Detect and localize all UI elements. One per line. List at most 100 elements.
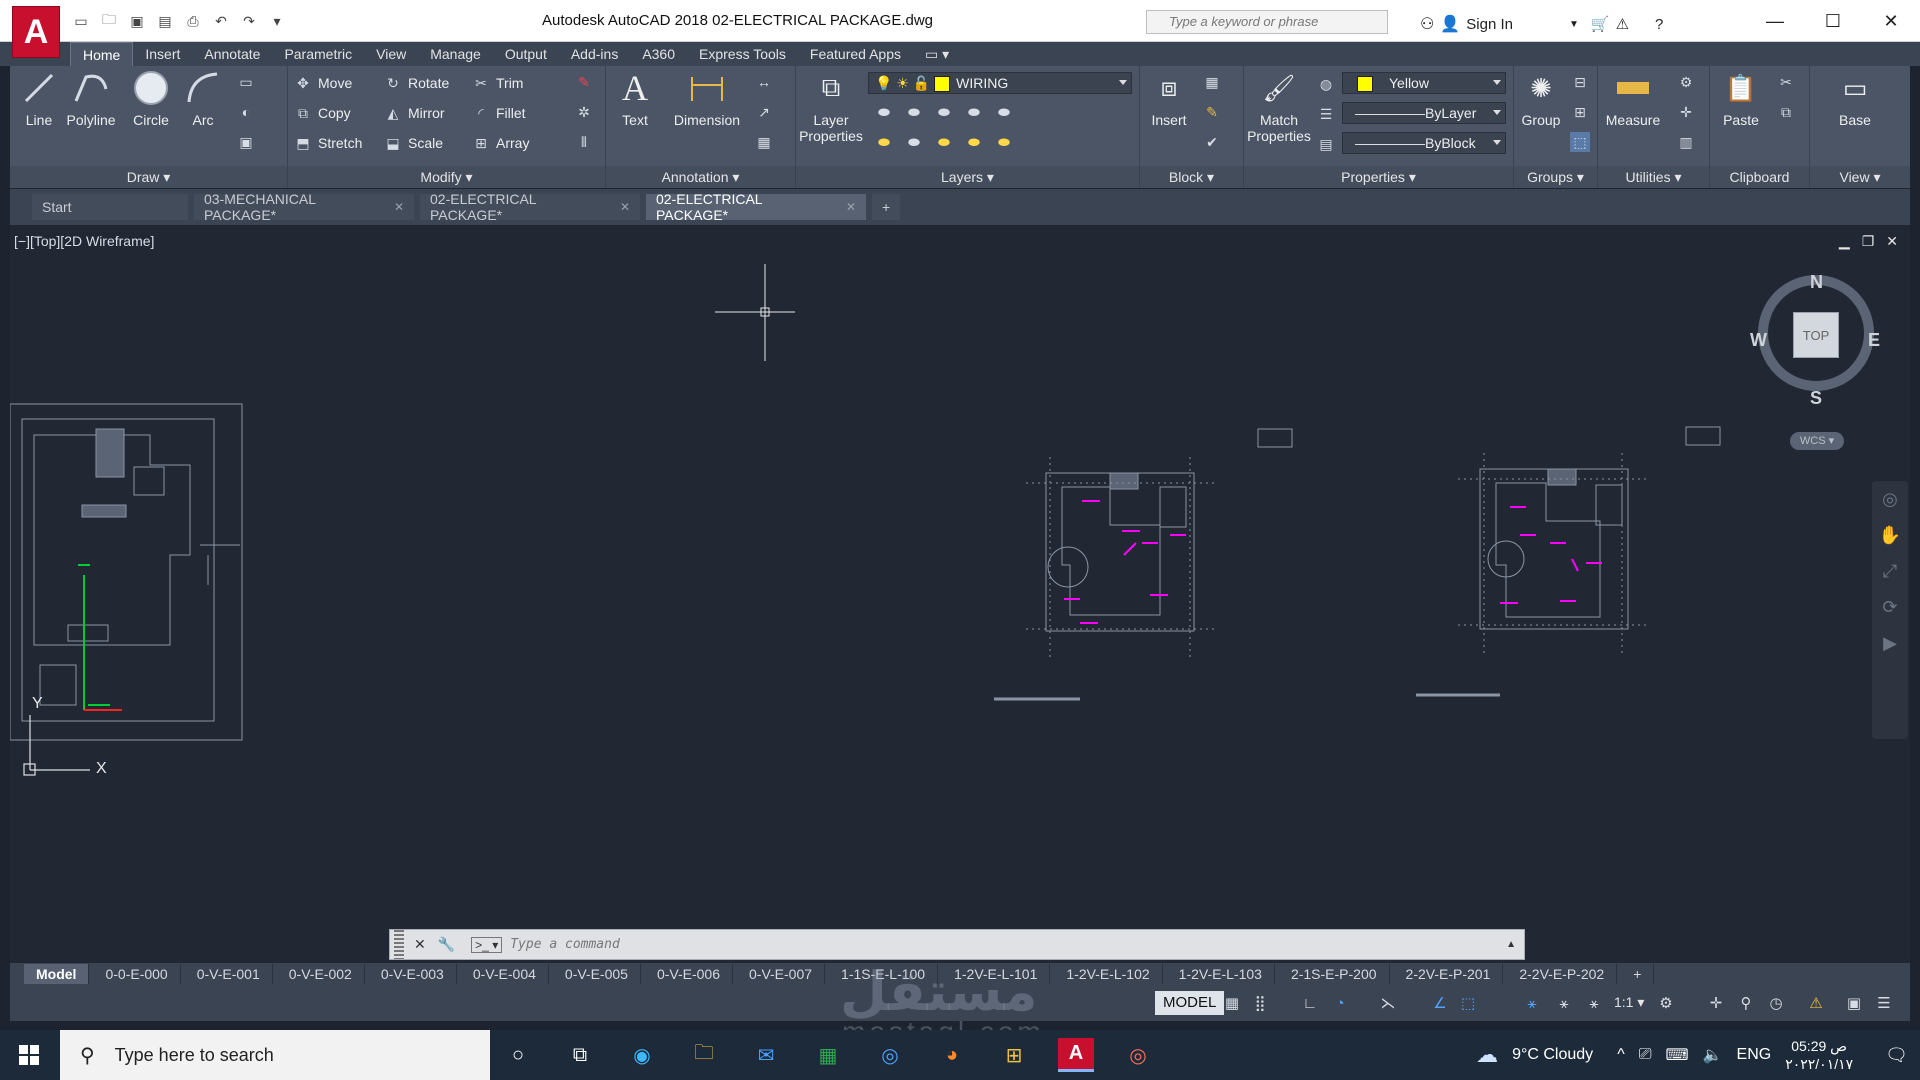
layer-tool-icon[interactable]: ⬬ [964, 132, 984, 152]
customize-qat-icon[interactable]: ▾ [266, 10, 288, 32]
layout-tab[interactable]: 2-2V-E-P-202 [1507, 964, 1618, 984]
layer-tool-icon[interactable]: ⬬ [994, 132, 1014, 152]
command-prompt-icon[interactable]: >_ ▾ [471, 936, 503, 953]
help-icon[interactable]: ? [1655, 16, 1663, 33]
modify-panel-title[interactable]: Modify ▾ [288, 166, 605, 188]
command-history-arrow-icon[interactable]: ▲ [1506, 939, 1516, 950]
language-indicator[interactable]: ENG [1737, 1046, 1772, 1064]
close-tab-icon[interactable]: ✕ [846, 200, 856, 214]
cart-icon[interactable]: 🛒 [1591, 15, 1610, 33]
customize-wrench-icon[interactable]: 🔧 [438, 936, 455, 953]
text-tool[interactable]: A Text [608, 68, 662, 128]
table-icon[interactable]: ▦ [754, 132, 774, 152]
new-layout-button[interactable]: + [1621, 964, 1655, 984]
maximize-button[interactable]: ☐ [1804, 0, 1862, 42]
notification-icon[interactable]: 🗨 [1885, 1045, 1908, 1066]
layout-tab[interactable]: 0-V-E-007 [737, 964, 826, 984]
layout-tab[interactable]: 2-1S-E-P-200 [1279, 964, 1390, 984]
annotation-scale-value[interactable]: 1:1 ▾ [1614, 994, 1644, 1011]
cut-icon[interactable]: ✂ [1776, 72, 1796, 92]
erase-icon[interactable]: ✎ [574, 72, 594, 92]
auto-scale-icon[interactable]: ⚹ [1554, 993, 1574, 1013]
arc-tool[interactable]: Arc [176, 68, 230, 128]
close-button[interactable]: ✕ [1862, 0, 1920, 42]
ungroup-icon[interactable]: ⊟ [1570, 72, 1590, 92]
trim-button[interactable]: ✂ Trim [472, 72, 523, 94]
properties-panel-title[interactable]: Properties ▾ [1244, 166, 1513, 188]
mail-icon[interactable]: ✉ [748, 1038, 784, 1072]
ribbon-tab-annotate[interactable]: Annotate [192, 42, 272, 66]
cortana-icon[interactable]: ○ [500, 1038, 536, 1072]
steering-wheel-icon[interactable]: ◎ [1872, 481, 1908, 517]
redo-icon[interactable]: ↷ [238, 10, 260, 32]
rotate-button[interactable]: ↻ Rotate [384, 72, 449, 94]
group-selection-icon[interactable]: ⬚ [1570, 132, 1590, 152]
layer-properties-button[interactable]: ⧉ Layer Properties [798, 68, 864, 144]
save-icon[interactable]: ▣ [126, 10, 148, 32]
file-tab[interactable]: 02-ELECTRICAL PACKAGE* ✕ [646, 191, 866, 223]
layer-tool-icon[interactable]: ⬬ [934, 132, 954, 152]
block-attributes-icon[interactable]: ✔ [1202, 132, 1222, 152]
ribbon-tab-add-ins[interactable]: Add-ins [559, 42, 630, 66]
weather-text[interactable]: 9°C Cloudy [1512, 1046, 1593, 1064]
ribbon-tab-featured-apps[interactable]: Featured Apps [798, 42, 913, 66]
undo-icon[interactable]: ↶ [210, 10, 232, 32]
clean-screen-icon[interactable]: ▣ [1844, 993, 1864, 1013]
save-as-icon[interactable]: ▤ [154, 10, 176, 32]
camera-icon[interactable]: ⎚ [1639, 1046, 1652, 1064]
block-panel-title[interactable]: Block ▾ [1140, 166, 1243, 188]
store-icon[interactable]: ⊞ [996, 1038, 1032, 1072]
layer-tool-icon[interactable]: ⬬ [904, 132, 924, 152]
zoom-extents-icon[interactable]: ⤢ [1872, 553, 1908, 589]
group-edit-icon[interactable]: ⊞ [1570, 102, 1590, 122]
ribbon-tab-output[interactable]: Output [493, 42, 559, 66]
clipboard-panel-title[interactable]: Clipboard [1710, 166, 1809, 188]
grid-icon[interactable]: ▦ [1222, 993, 1242, 1013]
layout-tab-model[interactable]: Model [24, 964, 90, 984]
new-tab-button[interactable]: + [872, 194, 901, 220]
orbit-icon[interactable]: ⟳ [1872, 589, 1908, 625]
showmotion-icon[interactable]: ▶ [1872, 625, 1908, 661]
stretch-button[interactable]: ⬒ Stretch [294, 132, 362, 154]
quick-select-icon[interactable]: ⚙ [1676, 72, 1696, 92]
compass-south[interactable]: S [1810, 388, 1822, 409]
object-snap-icon[interactable]: ⬚ [1458, 993, 1478, 1013]
chevron-up-icon[interactable]: ^ [1617, 1046, 1625, 1064]
polar-tracking-icon[interactable]: ◔ [1330, 993, 1350, 1013]
circle-tool[interactable]: Circle [124, 68, 178, 128]
groups-panel-title[interactable]: Groups ▾ [1514, 166, 1597, 188]
explode-icon[interactable]: ✲ [574, 102, 594, 122]
autocad-taskbar-icon[interactable]: A [1058, 1038, 1094, 1072]
linear-dimension-icon[interactable]: ↔ [754, 72, 774, 92]
linetype-dropdown[interactable]: ByLayer [1342, 102, 1506, 124]
task-view-icon[interactable]: ⧉ [562, 1038, 598, 1072]
file-explorer-icon[interactable]: 🗀 [686, 1038, 722, 1072]
measure-button[interactable]: Measure [1602, 68, 1664, 128]
autodesk-app-icon[interactable]: ⚠ [1616, 15, 1629, 33]
annotation-scale-icon[interactable]: ⚹ [1584, 993, 1604, 1013]
ribbon-tab-parametric[interactable]: Parametric [272, 42, 364, 66]
copy-clip-icon[interactable]: ⧉ [1776, 102, 1796, 122]
fillet-button[interactable]: ◜ Fillet [472, 102, 525, 124]
utilities-panel-title[interactable]: Utilities ▾ [1598, 166, 1709, 188]
rectangle-icon[interactable]: ▭ [236, 72, 256, 92]
layout-tab[interactable]: 1-2V-E-L-103 [1167, 964, 1275, 984]
match-properties-button[interactable]: 🖌 Match Properties [1246, 68, 1312, 145]
line-tool[interactable]: Line [12, 68, 66, 128]
create-block-icon[interactable]: ▦ [1202, 72, 1222, 92]
offset-icon[interactable]: ⫴ [574, 132, 594, 152]
file-tab[interactable]: 02-ELECTRICAL PACKAGE* ✕ [420, 191, 640, 223]
move-button[interactable]: ✥ Move [294, 72, 352, 94]
command-line-grip[interactable] [394, 930, 404, 959]
layout-tab[interactable]: 0-V-E-003 [369, 964, 457, 984]
wcs-menu[interactable]: WCS ▾ [1790, 432, 1844, 450]
point-coordinates-icon[interactable]: ✛ [1676, 102, 1696, 122]
binoculars-icon[interactable]: ⚇ [1420, 14, 1434, 34]
lineweight-dropdown[interactable]: ByBlock [1342, 132, 1506, 154]
taskbar-search[interactable]: ⚲ Type here to search [60, 1030, 490, 1080]
file-tab[interactable]: Start [32, 194, 188, 220]
layers-panel-title[interactable]: Layers ▾ [796, 166, 1139, 188]
polyline-tool[interactable]: Polyline [64, 68, 118, 128]
annotation-visibility-icon[interactable]: ⚹ [1522, 993, 1542, 1013]
snap-icon[interactable]: ⣿ [1250, 993, 1270, 1013]
